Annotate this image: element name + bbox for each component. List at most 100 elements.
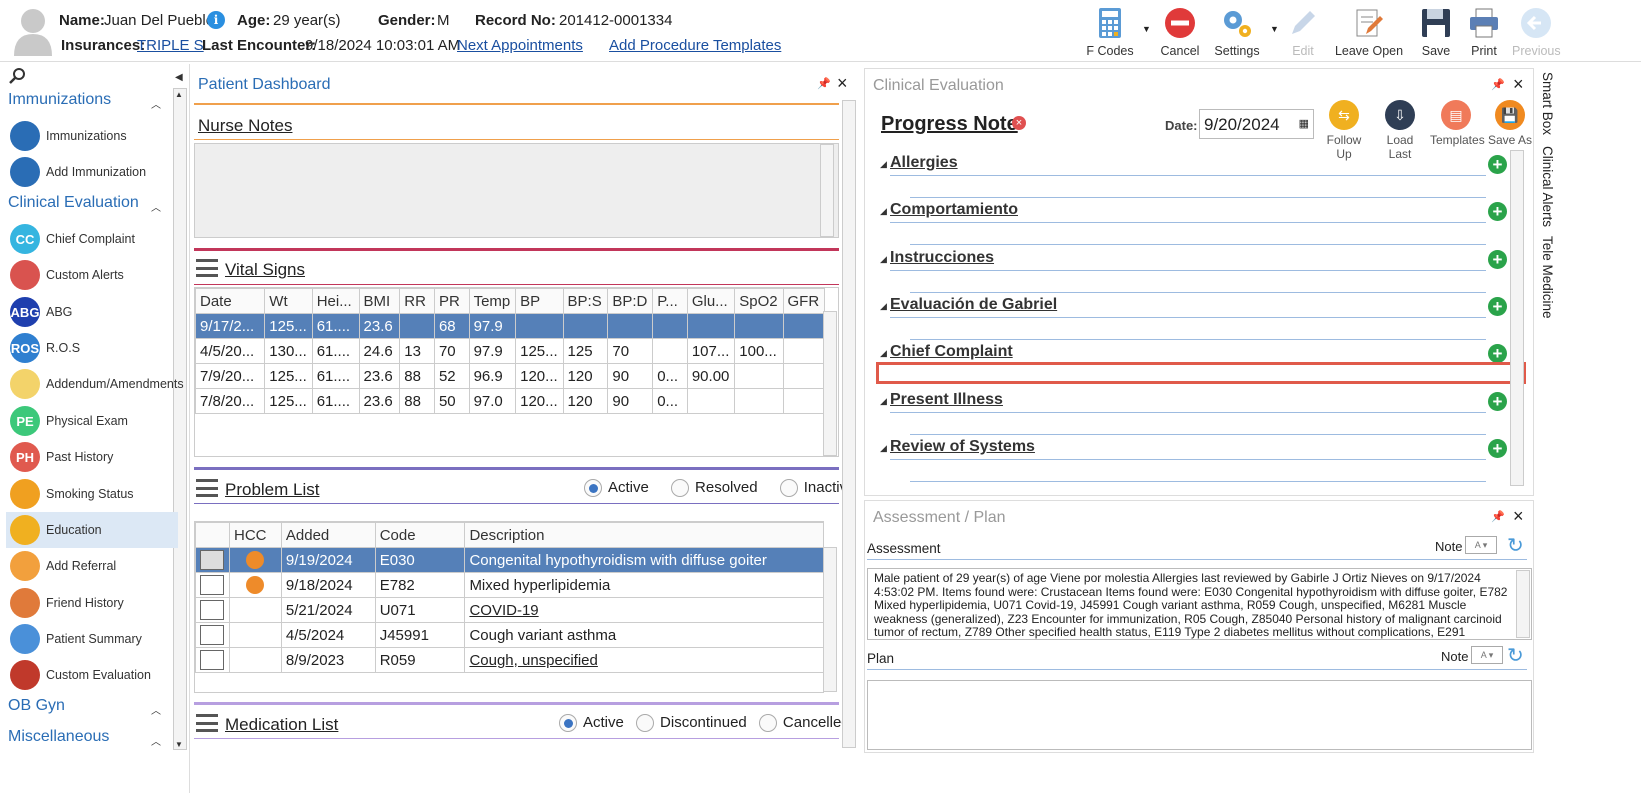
- add-icon[interactable]: +: [1488, 296, 1507, 316]
- note-format-dropdown[interactable]: A ▾: [1465, 536, 1497, 554]
- vitals-col-header[interactable]: Glu...: [686, 288, 736, 314]
- assessment-scrollbar[interactable]: [1516, 570, 1530, 638]
- vitals-col-header[interactable]: P...: [652, 288, 688, 314]
- section-title[interactable]: Instrucciones: [890, 249, 994, 267]
- vitals-col-header[interactable]: Date: [195, 288, 266, 314]
- fcodes-dropdown-icon[interactable]: ▼: [1142, 24, 1151, 34]
- sidebar-item-smoking-status[interactable]: Smoking Status: [6, 476, 178, 512]
- add-icon[interactable]: +: [1488, 155, 1507, 174]
- sidebar-item-friend-history[interactable]: Friend History: [6, 585, 178, 621]
- cancel-button[interactable]: Cancel: [1160, 6, 1200, 58]
- chief-complaint-input[interactable]: [876, 362, 1526, 384]
- collapse-triangle-icon[interactable]: ◢: [880, 301, 887, 312]
- row-select-cell[interactable]: [195, 597, 230, 623]
- plan-textarea[interactable]: [867, 680, 1532, 750]
- pin-icon[interactable]: 📌: [817, 77, 831, 90]
- resolved-radio[interactable]: Resolved: [671, 479, 758, 498]
- row-checkbox[interactable]: [200, 575, 224, 595]
- section-clinical-evaluation[interactable]: Clinical Evaluation: [8, 194, 139, 212]
- collapse-triangle-icon[interactable]: ◢: [880, 348, 887, 359]
- vitals-col-header[interactable]: GFR: [782, 288, 826, 314]
- vitals-col-header[interactable]: SpO2: [734, 288, 784, 314]
- assessment-textarea[interactable]: Male patient of 29 year(s) of age Viene …: [867, 568, 1532, 640]
- vitals-col-header[interactable]: Temp: [468, 288, 517, 314]
- table-row[interactable]: 7/8/20... 125... 61.... 23.6 88 50 97.0 120... 1…: [195, 388, 826, 414]
- save-button[interactable]: Save: [1418, 6, 1454, 58]
- sidebar-item-patient-summary[interactable]: Patient Summary: [6, 621, 178, 657]
- templates-button[interactable]: ▤ Templates: [1430, 100, 1485, 147]
- table-row[interactable]: 9/17/2... 125... 61.... 23.6 68 97.9: [195, 313, 826, 339]
- table-row[interactable]: 7/9/20... 125... 61.... 23.6 88 52 96.9 120... 1…: [195, 363, 826, 389]
- plan-format-dropdown[interactable]: A ▾: [1471, 646, 1503, 664]
- chevron-up-icon[interactable]: ︿: [151, 199, 161, 214]
- vitals-col-header[interactable]: BP: [515, 288, 564, 314]
- section-title[interactable]: Chief Complaint: [890, 343, 1013, 361]
- remove-icon[interactable]: ×: [1012, 116, 1026, 130]
- close-icon[interactable]: ×: [1513, 74, 1524, 95]
- sidebar-item-r-o-s[interactable]: ROS R.O.S: [6, 330, 178, 366]
- save-as-button[interactable]: 💾 Save As: [1486, 100, 1534, 147]
- sidebar-item-addendum-amendments[interactable]: Addendum/Amendments: [6, 366, 184, 402]
- nurse-notes-textarea[interactable]: [194, 143, 839, 238]
- calendar-icon[interactable]: ▦: [1299, 117, 1309, 130]
- description-cell[interactable]: COVID-19: [464, 597, 823, 623]
- table-row[interactable]: 4/5/20... 130... 61.... 24.6 13 70 97.9 125... 1…: [195, 338, 826, 364]
- sidebar-item-custom-evaluation[interactable]: Custom Evaluation: [6, 657, 178, 693]
- close-icon[interactable]: ×: [1513, 506, 1524, 527]
- section-title[interactable]: Evaluación de Gabriel: [890, 296, 1057, 314]
- row-select-cell[interactable]: [195, 622, 230, 648]
- settings-button[interactable]: Settings: [1212, 6, 1262, 58]
- section-title[interactable]: Present Illness: [890, 391, 1003, 409]
- collapse-sidebar-icon[interactable]: ◀: [175, 72, 183, 83]
- vitals-col-header[interactable]: PR: [433, 288, 470, 314]
- date-field[interactable]: 9/20/2024 ▦: [1199, 109, 1314, 139]
- table-row[interactable]: 4/5/2024 J45991 Cough variant asthma: [195, 622, 823, 648]
- cancelled-radio[interactable]: Cancelled: [758, 714, 850, 733]
- pin-icon[interactable]: 📌: [1491, 78, 1505, 91]
- refresh-icon[interactable]: ↻: [1507, 533, 1524, 558]
- row-select-cell[interactable]: [195, 647, 230, 673]
- search-icon[interactable]: [8, 67, 26, 88]
- menu-icon[interactable]: [196, 714, 218, 732]
- active-radio[interactable]: Active: [559, 714, 624, 733]
- sidebar-item-education[interactable]: Education: [6, 512, 178, 548]
- chevron-up-icon[interactable]: ︿: [151, 702, 161, 717]
- problem-col-header[interactable]: Code: [374, 522, 466, 548]
- tab-smart-box[interactable]: Smart Box: [1540, 72, 1555, 135]
- vitals-col-header[interactable]: RR: [399, 288, 435, 314]
- chevron-up-icon[interactable]: ︿: [151, 733, 161, 748]
- row-checkbox[interactable]: [200, 650, 224, 670]
- sidebar-item-physical-exam[interactable]: PE Physical Exam: [6, 403, 178, 439]
- sidebar-item-abg[interactable]: ABG ABG: [6, 294, 178, 330]
- sidebar-item-immunizations[interactable]: Immunizations: [6, 118, 178, 154]
- vitals-col-header[interactable]: Hei...: [311, 288, 360, 314]
- insurance-link[interactable]: TRIPLE S: [137, 37, 204, 54]
- row-select-cell[interactable]: [195, 547, 230, 573]
- close-icon[interactable]: ×: [837, 73, 848, 94]
- vitals-col-header[interactable]: BMI: [358, 288, 401, 314]
- sidebar-item-add-immunization[interactable]: Add Immunization: [6, 154, 178, 190]
- section-title[interactable]: Comportamiento: [890, 201, 1018, 219]
- problem-col-header[interactable]: Description: [464, 522, 823, 548]
- section-title[interactable]: Review of Systems: [890, 438, 1035, 456]
- description-cell[interactable]: Cough, unspecified: [464, 647, 823, 673]
- vitals-scrollbar[interactable]: [823, 311, 837, 456]
- nurse-notes-scrollbar[interactable]: [820, 144, 834, 237]
- edit-button[interactable]: Edit: [1285, 6, 1321, 58]
- discontinued-radio[interactable]: Discontinued: [636, 714, 747, 733]
- section-title[interactable]: Allergies: [890, 154, 958, 172]
- tab-clinical-alerts[interactable]: Clinical Alerts: [1540, 146, 1555, 227]
- sidebar-item-custom-alerts[interactable]: Custom Alerts: [6, 257, 178, 293]
- section-input-line[interactable]: [910, 480, 1486, 482]
- row-checkbox[interactable]: [200, 625, 224, 645]
- refresh-icon[interactable]: ↻: [1507, 643, 1524, 668]
- collapse-triangle-icon[interactable]: ◢: [880, 159, 887, 170]
- section-immunizations[interactable]: Immunizations: [8, 91, 111, 109]
- clinical-scrollbar[interactable]: [1510, 150, 1524, 486]
- row-checkbox[interactable]: [200, 600, 224, 620]
- add-icon[interactable]: +: [1488, 438, 1507, 458]
- table-row[interactable]: 9/19/2024 E030 Congenital hypothyroidism w…: [195, 547, 823, 573]
- problem-scrollbar[interactable]: [823, 547, 837, 692]
- scroll-down-icon[interactable]: ▼: [175, 740, 183, 749]
- chevron-up-icon[interactable]: ︿: [151, 96, 161, 111]
